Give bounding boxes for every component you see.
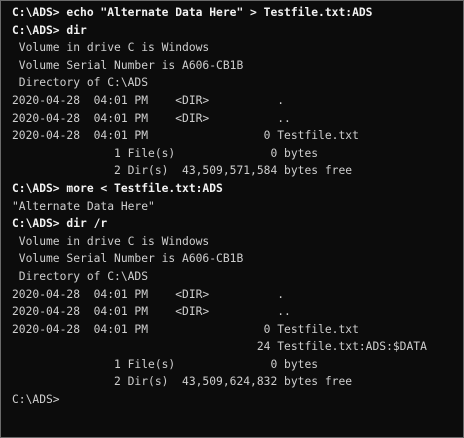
terminal-command-line: C:\ADS> echo "Alternate Data Here" > Tes…: [12, 6, 373, 19]
terminal-line: 1 File(s) 0 bytes: [12, 146, 319, 160]
terminal-command-line: C:\ADS> dir /r: [12, 217, 108, 231]
terminal-line: 2020-04-28 04:01 PM 0 Testfile.txt: [12, 129, 359, 143]
terminal-line: Directory of C:\ADS: [12, 269, 149, 283]
terminal-line: Volume in drive C is Windows: [12, 234, 210, 248]
terminal-line: Directory of C:\ADS: [12, 76, 149, 90]
terminal-line: 2020-04-28 04:01 PM <DIR> .: [12, 287, 285, 301]
terminal-prompt[interactable]: C:\ADS>: [12, 391, 463, 409]
terminal-line: Volume Serial Number is A606-CB1B: [12, 58, 244, 72]
terminal-line: 1 File(s) 0 bytes: [12, 357, 319, 371]
terminal-line: 2020-04-28 04:01 PM 0 Testfile.txt: [12, 322, 359, 336]
terminal-command-line: C:\ADS> dir: [12, 23, 87, 37]
terminal-line: "Alternate Data Here": [12, 199, 155, 213]
terminal-line: 2 Dir(s) 43,509,624,832 bytes free: [12, 375, 353, 389]
terminal-line: Volume Serial Number is A606-CB1B: [12, 252, 244, 266]
terminal-line: 2020-04-28 04:01 PM <DIR> ..: [12, 305, 291, 319]
terminal-line: 2 Dir(s) 43,509,571,584 bytes free: [12, 164, 353, 178]
terminal-line: 2020-04-28 04:01 PM <DIR> ..: [12, 111, 291, 125]
terminal-line: 2020-04-28 04:01 PM <DIR> .: [12, 93, 285, 107]
terminal-command-line: C:\ADS> more < Testfile.txt:ADS: [12, 181, 223, 195]
terminal-line: Volume in drive C is Windows: [12, 41, 210, 55]
terminal-line: 24 Testfile.txt:ADS:$DATA: [12, 340, 427, 354]
terminal-window[interactable]: C:\ADS> echo "Alternate Data Here" > Tes…: [0, 0, 464, 438]
